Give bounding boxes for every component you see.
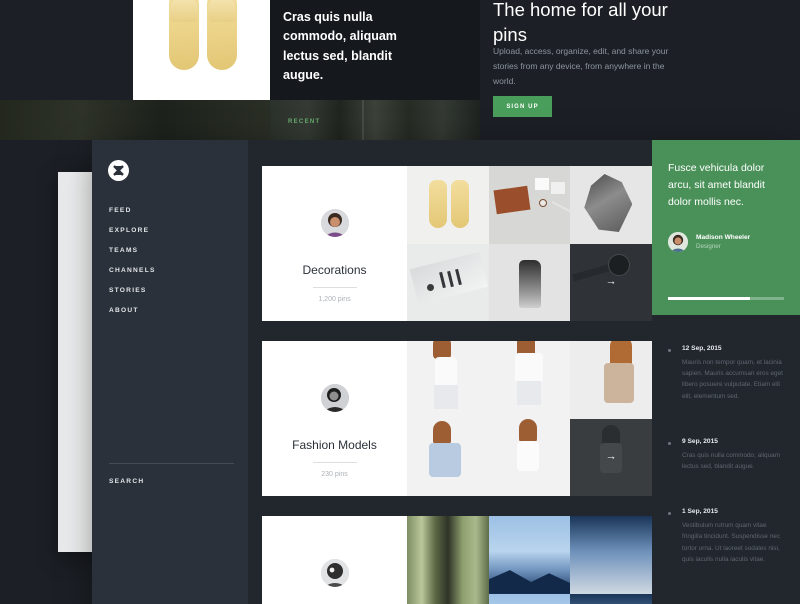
hero-subtitle: Upload, access, organize, edit, and shar… (493, 46, 669, 86)
board-image-grid: → (407, 166, 652, 321)
timeline-item[interactable]: 12 Sep, 2015 Mauris non tempor quam, et … (668, 345, 786, 402)
timeline-body: Cras quis nulla commodo, aliquam lectus … (682, 451, 781, 471)
board-tile[interactable] (407, 516, 489, 594)
quote-text: Fusce vehicula dolor arcu, sit amet blan… (668, 162, 765, 208)
sidebar-item-feed[interactable]: FEED (109, 200, 234, 220)
avatar (320, 559, 349, 587)
board-tile[interactable] (488, 516, 571, 594)
background-bottom-strip-left (0, 100, 270, 140)
board-tile[interactable] (570, 593, 652, 604)
arrow-right-icon: → (605, 275, 617, 288)
avatar (668, 232, 688, 252)
board-divider (312, 462, 357, 463)
sidebar-item-search[interactable]: SEARCH (109, 478, 144, 485)
board-card-fashion-models[interactable]: Fashion Models 230 pins → (262, 341, 652, 496)
quote-author-meta: Madison Wheeler Designer (696, 234, 750, 250)
board-card-nature[interactable] (262, 516, 652, 604)
sidebar-item-about[interactable]: ABOUT (109, 300, 234, 320)
board-tile[interactable] (407, 341, 489, 419)
board-info (262, 516, 407, 604)
recent-label: RECENT (288, 119, 321, 125)
board-tile-more[interactable]: → (570, 418, 652, 496)
board-info: Fashion Models 230 pins (262, 341, 407, 496)
timeline-date: 9 Sep, 2015 (682, 437, 718, 445)
timeline-item[interactable]: 1 Sep, 2015 Vestibulum rutrum quam vitae… (668, 508, 786, 565)
board-image-grid: → (407, 341, 652, 496)
board-card-decorations[interactable]: Decorations 1,200 pins → (262, 166, 652, 321)
avatar (320, 384, 349, 412)
arrow-right-icon: → (605, 450, 617, 463)
hero-title: The home for all your pins (493, 0, 668, 45)
board-divider (312, 287, 357, 288)
quote-progress-bar[interactable] (668, 297, 784, 300)
app-window: FEED EXPLORE TEAMS CHANNELS STORIES ABOU… (92, 140, 800, 604)
board-info: Decorations 1,200 pins (262, 166, 407, 321)
sidebar-item-explore[interactable]: EXPLORE (109, 220, 234, 240)
sidebar-nav: FEED EXPLORE TEAMS CHANNELS STORIES ABOU… (109, 200, 234, 320)
board-tile[interactable] (488, 593, 571, 604)
timeline-body: Vestibulum rutrum quam vitae fringilla t… (682, 522, 781, 563)
right-rail: Fusce vehicula dolor arcu, sit amet blan… (652, 140, 800, 604)
avatar (320, 209, 349, 237)
board-tile[interactable] (570, 516, 652, 594)
activity-timeline: 12 Sep, 2015 Mauris non tempor quam, et … (652, 315, 800, 565)
timeline-body: Mauris non tempor quam, et lacinia sapie… (682, 359, 783, 400)
sidebar: FEED EXPLORE TEAMS CHANNELS STORIES ABOU… (92, 140, 248, 604)
timeline-date: 1 Sep, 2015 (682, 508, 718, 516)
quote-author: Madison Wheeler Designer (668, 232, 750, 252)
quote-author-role: Designer (696, 243, 721, 250)
background-photo-slippers (133, 0, 273, 100)
board-tile[interactable] (407, 166, 489, 244)
board-tile-more[interactable]: → (570, 243, 652, 321)
board-tile[interactable] (407, 418, 489, 496)
board-tile[interactable] (488, 418, 571, 496)
board-tile[interactable] (407, 243, 489, 321)
sign-up-button[interactable]: SIGN UP (493, 96, 552, 117)
bullet-icon (668, 512, 671, 516)
sidebar-item-channels[interactable]: CHANNELS (109, 260, 234, 280)
board-tile[interactable] (570, 341, 652, 419)
sidebar-item-teams[interactable]: TEAMS (109, 240, 234, 260)
board-tile[interactable] (488, 243, 571, 321)
board-title: Decorations (302, 263, 367, 277)
bullet-icon (668, 349, 671, 352)
timeline-date: 12 Sep, 2015 (682, 345, 722, 352)
slipper-left (169, 0, 199, 70)
slipper-right (207, 0, 237, 70)
screenshot-stage: Cras quis nulla commodo, aliquam lectus … (0, 0, 800, 604)
board-tile[interactable] (488, 341, 571, 419)
board-pin-count: 1,200 pins (318, 296, 351, 303)
quote-card: Fusce vehicula dolor arcu, sit amet blan… (652, 140, 800, 315)
board-image-grid (407, 516, 652, 604)
sidebar-item-stories[interactable]: STORIES (109, 280, 234, 300)
sidebar-divider (109, 463, 234, 464)
board-pin-count: 230 pins (321, 471, 348, 478)
logo-icon[interactable] (108, 160, 129, 181)
background-quote-text: Cras quis nulla commodo, aliquam lectus … (283, 10, 397, 83)
background-hero: The home for all your pins Upload, acces… (480, 0, 800, 140)
board-tile[interactable] (488, 166, 571, 244)
board-tile[interactable] (407, 593, 489, 604)
quote-progress-fill (668, 297, 751, 300)
timeline-item[interactable]: 9 Sep, 2015 Cras quis nulla commodo, ali… (668, 438, 786, 472)
quote-author-name: Madison Wheeler (696, 234, 751, 241)
bullet-icon (668, 441, 671, 445)
board-tile[interactable] (570, 166, 652, 244)
board-title: Fashion Models (292, 438, 377, 452)
